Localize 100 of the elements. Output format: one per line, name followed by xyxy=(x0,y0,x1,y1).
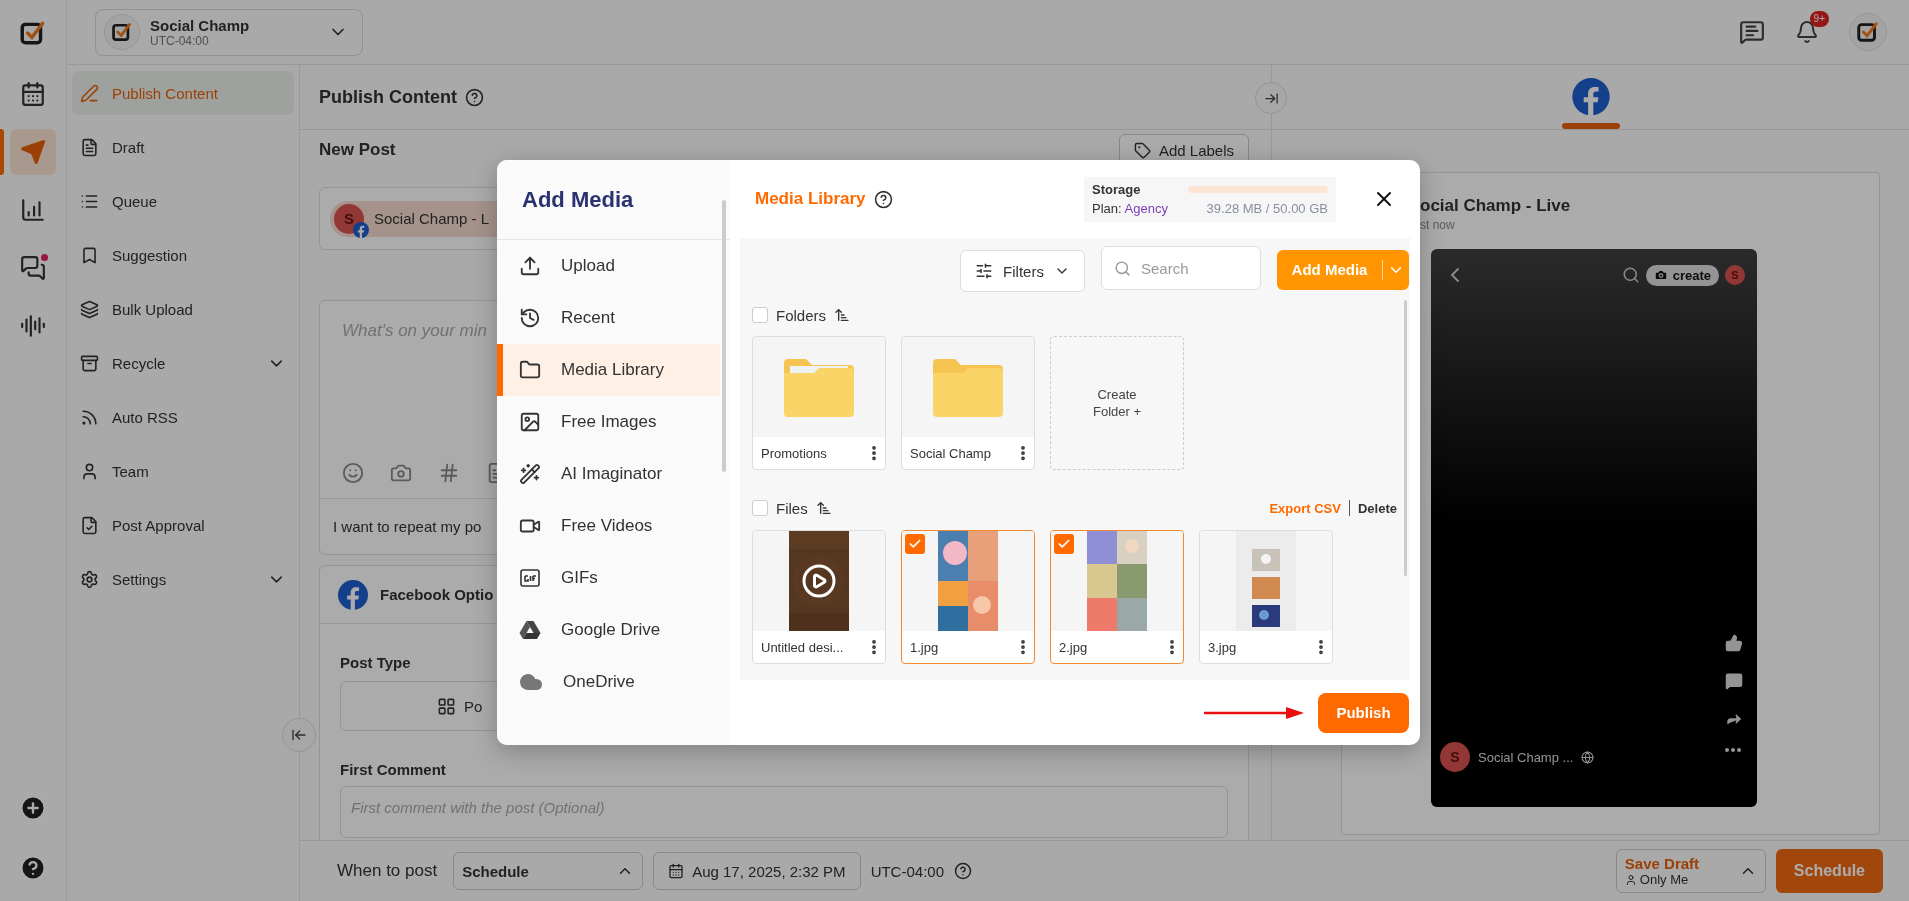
nav-item[interactable]: Team xyxy=(72,449,294,493)
checkbox[interactable] xyxy=(905,534,925,554)
media-source-item[interactable]: Free Images xyxy=(497,396,720,448)
delete-link[interactable]: Delete xyxy=(1357,500,1397,516)
section-label: Files xyxy=(776,499,808,517)
arrow-icon xyxy=(1204,705,1304,720)
folder-card[interactable]: Promotions xyxy=(752,336,886,470)
upload-icon xyxy=(519,255,541,277)
file-name: 3.jpg xyxy=(1208,639,1237,655)
select-all-checkbox[interactable] xyxy=(752,500,768,516)
section-label: Folders xyxy=(776,306,827,324)
gif-icon xyxy=(519,567,541,589)
rss-icon xyxy=(80,407,99,427)
profile-avatar[interactable] xyxy=(1849,13,1887,51)
schedule-select[interactable]: Schedule xyxy=(453,852,644,890)
search-icon xyxy=(1114,259,1131,277)
media-source-item[interactable]: GIFs xyxy=(497,552,720,604)
nav-item[interactable]: Auto RSS xyxy=(72,395,294,439)
notification-badge: 9+ xyxy=(1809,11,1829,27)
visibility-option[interactable]: Only Me xyxy=(1624,872,1700,887)
document-icon xyxy=(80,137,99,157)
select-all-checkbox[interactable] xyxy=(752,307,768,323)
media-source-item[interactable]: AI Imaginator xyxy=(497,448,720,500)
account-name: Social Champ xyxy=(150,16,251,34)
preview-time: st now xyxy=(1420,217,1455,233)
help-icon[interactable] xyxy=(465,87,484,107)
media-source-item[interactable]: Google Drive xyxy=(497,604,720,656)
sort-icon[interactable] xyxy=(815,500,832,516)
nav-item[interactable]: Queue xyxy=(72,179,294,223)
compose-icon[interactable] xyxy=(1739,19,1765,45)
help-icon[interactable] xyxy=(954,862,972,880)
waveform-icon xyxy=(20,313,46,339)
sliders-icon xyxy=(975,262,994,280)
file-card[interactable]: Untitled desi... xyxy=(752,530,886,664)
media-source-item[interactable]: OneDrive xyxy=(497,656,720,708)
emoji-icon[interactable] xyxy=(342,462,364,484)
hashtag-icon[interactable] xyxy=(438,462,460,484)
media-source-item[interactable]: Media Library xyxy=(497,344,720,396)
media-source-item[interactable]: Free Videos xyxy=(497,500,720,552)
tag-icon xyxy=(1133,141,1151,159)
nav-item[interactable]: Recycle xyxy=(72,341,294,385)
account-selector[interactable]: Social Champ UTC-04:00 xyxy=(95,8,363,56)
plan-link[interactable]: Agency xyxy=(1124,200,1168,216)
page-title: Publish Content xyxy=(319,86,457,108)
expand-button[interactable] xyxy=(1255,82,1287,114)
profile-avatar: S xyxy=(1725,265,1745,285)
when-to-post-label: When to post xyxy=(337,861,438,881)
checkbox[interactable] xyxy=(1054,534,1074,554)
nav-item[interactable]: Draft xyxy=(72,125,294,169)
media-source-item[interactable]: Upload xyxy=(497,240,720,292)
nav-item[interactable]: Post Approval xyxy=(72,503,294,547)
library-title: Media Library xyxy=(755,189,866,209)
layers-icon xyxy=(80,299,99,319)
file-card[interactable]: 2.jpg xyxy=(1050,530,1184,664)
collapse-icon xyxy=(291,727,307,743)
like-icon xyxy=(1725,634,1743,652)
page-avatar: S xyxy=(1440,742,1470,772)
logo-icon xyxy=(111,21,133,43)
date-picker[interactable]: Aug 17, 2025, 2:32 PM xyxy=(653,852,861,890)
account-avatar: S xyxy=(334,203,364,234)
sort-icon[interactable] xyxy=(834,307,851,323)
archive-icon xyxy=(80,353,99,373)
document-check-icon xyxy=(80,515,99,535)
add-button[interactable] xyxy=(19,794,47,822)
nav-item[interactable]: Settings xyxy=(72,557,294,601)
drive-icon xyxy=(519,620,541,640)
create-pill: create xyxy=(1645,264,1719,286)
notifications-button[interactable] xyxy=(1795,20,1819,44)
comment-icon xyxy=(1725,672,1743,690)
chat-icon xyxy=(20,255,46,281)
calendar-icon xyxy=(668,863,685,879)
folder-card[interactable]: Social Champ xyxy=(901,336,1035,470)
file-card[interactable]: 1.jpg xyxy=(901,530,1035,664)
plan-text: Plan: Agency xyxy=(1092,200,1168,216)
pen-icon xyxy=(80,83,99,103)
calendar-icon xyxy=(20,81,46,107)
logo-icon xyxy=(1856,20,1880,44)
play-icon xyxy=(801,563,837,599)
help-icon[interactable] xyxy=(873,189,893,209)
card-title: Facebook Optio xyxy=(380,586,494,603)
globe-icon xyxy=(1581,750,1595,764)
filters-button[interactable]: Filters xyxy=(960,250,1085,292)
create-folder-button[interactable]: Create Folder + xyxy=(1050,336,1184,470)
folder-name: Promotions xyxy=(761,445,827,461)
preview-account-name: ocial Champ - Live xyxy=(1420,195,1571,217)
image-icon xyxy=(519,411,541,433)
repeat-option-text: I want to repeat my po xyxy=(333,518,482,535)
help-button[interactable] xyxy=(19,854,47,882)
grid-icon xyxy=(437,696,456,716)
storage-label: Storage xyxy=(1092,182,1142,198)
media-source-item[interactable]: Recent xyxy=(497,292,720,344)
camera-icon[interactable] xyxy=(390,462,412,484)
search-icon xyxy=(1621,266,1640,284)
collapse-button[interactable] xyxy=(282,718,316,752)
check-icon xyxy=(1057,537,1071,551)
nav-item[interactable]: Bulk Upload xyxy=(72,287,294,331)
more-icon xyxy=(1725,748,1741,752)
nav-item[interactable]: Suggestion xyxy=(72,233,294,277)
check-icon xyxy=(908,537,922,551)
file-card[interactable]: 3.jpg xyxy=(1199,530,1333,664)
